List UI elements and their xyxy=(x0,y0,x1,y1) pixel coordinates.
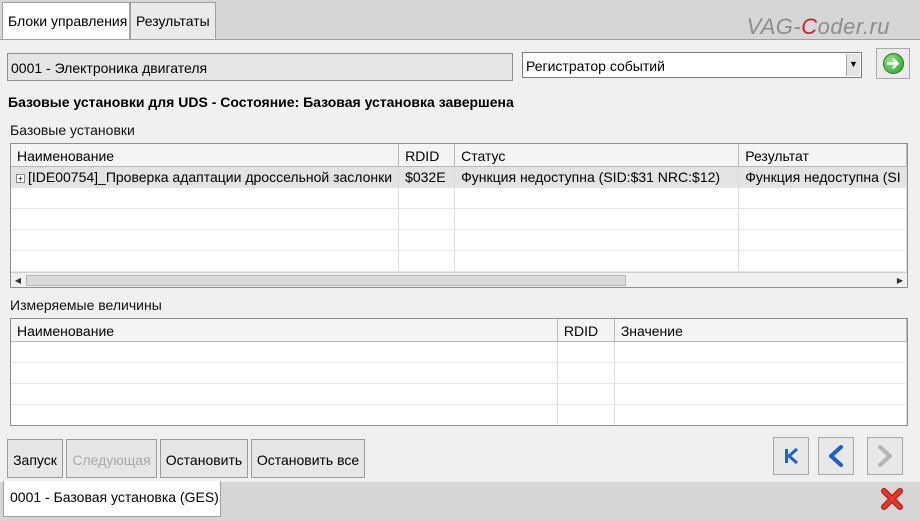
close-button[interactable] xyxy=(880,487,904,511)
table-row xyxy=(11,362,907,384)
row-result: Функция недоступна (SI xyxy=(738,166,907,188)
chevron-left-icon xyxy=(829,445,843,467)
bottom-tab-bar: 0001 - Базовая установка (GES) xyxy=(0,481,920,521)
table-row xyxy=(11,341,907,363)
row-status: Функция недоступна (SID:$31 NRC:$12) xyxy=(454,166,740,188)
watermark-logo: VAG-Coder.ru xyxy=(746,14,890,39)
tab-basic-setting[interactable]: 0001 - Базовая установка (GES) xyxy=(3,481,221,517)
basic-settings-table: Наименование RDID Статус Результат + [IDE… xyxy=(10,143,908,288)
column-header-rdid[interactable]: RDID xyxy=(398,144,456,167)
scroll-right-icon[interactable]: ▶ xyxy=(893,274,907,287)
close-x-icon xyxy=(881,488,903,510)
basic-settings-label: Базовые установки xyxy=(10,122,135,138)
stop-all-button[interactable]: Остановить все xyxy=(251,439,365,478)
forward-button[interactable] xyxy=(867,437,903,475)
tab-bar: Блоки управления Результаты VAG-Coder.ru xyxy=(0,0,920,40)
column-header-rdid[interactable]: RDID xyxy=(557,319,615,342)
next-button[interactable]: Следующая xyxy=(66,439,157,478)
arrow-right-circle-icon xyxy=(882,53,904,74)
table-row xyxy=(11,229,907,251)
first-button[interactable] xyxy=(773,437,809,475)
measured-values-label: Измеряемые величины xyxy=(10,297,162,313)
table-row xyxy=(11,383,907,405)
stop-button[interactable]: Остановить xyxy=(160,439,248,478)
expand-icon[interactable]: + xyxy=(16,173,25,183)
column-header-value[interactable]: Значение xyxy=(614,319,907,342)
main-panel: 0001 - Электроника двигателя Регистратор… xyxy=(0,39,920,482)
tab-control-units[interactable]: Блоки управления xyxy=(2,2,130,39)
horizontal-scrollbar[interactable]: ◀ ▶ xyxy=(11,272,907,287)
mode-select[interactable]: Регистратор событий ▼ xyxy=(522,52,862,78)
column-header-result[interactable]: Результат xyxy=(738,144,907,167)
table-row[interactable]: + [IDE00754]_Проверка адаптации дроссельн… xyxy=(11,166,907,188)
skip-first-icon xyxy=(785,447,798,465)
table-row xyxy=(11,208,907,230)
column-header-name[interactable]: Наименование xyxy=(11,319,558,342)
column-header-name[interactable]: Наименование xyxy=(11,144,400,167)
table-row xyxy=(11,187,907,209)
row-name: [IDE00754]_Проверка адаптации дроссельно… xyxy=(28,168,393,185)
scroll-left-icon[interactable]: ◀ xyxy=(11,274,25,287)
mode-select-value: Регистратор событий xyxy=(526,58,665,74)
column-header-status[interactable]: Статус xyxy=(454,144,740,167)
go-button[interactable] xyxy=(876,48,910,79)
scrollbar-thumb[interactable] xyxy=(26,275,626,286)
ecu-field: 0001 - Электроника двигателя xyxy=(7,53,513,81)
tab-results[interactable]: Результаты xyxy=(130,2,216,39)
back-button[interactable] xyxy=(818,437,854,475)
measured-values-table: Наименование RDID Значение xyxy=(10,318,908,426)
dropdown-arrow-icon[interactable]: ▼ xyxy=(846,54,860,76)
chevron-right-icon xyxy=(878,445,892,467)
table-row xyxy=(11,404,907,425)
status-title: Базовые установки для UDS - Состояние: Б… xyxy=(8,94,514,110)
row-rdid: $032E xyxy=(398,166,456,188)
start-button[interactable]: Запуск xyxy=(7,439,63,478)
table-row xyxy=(11,250,907,272)
